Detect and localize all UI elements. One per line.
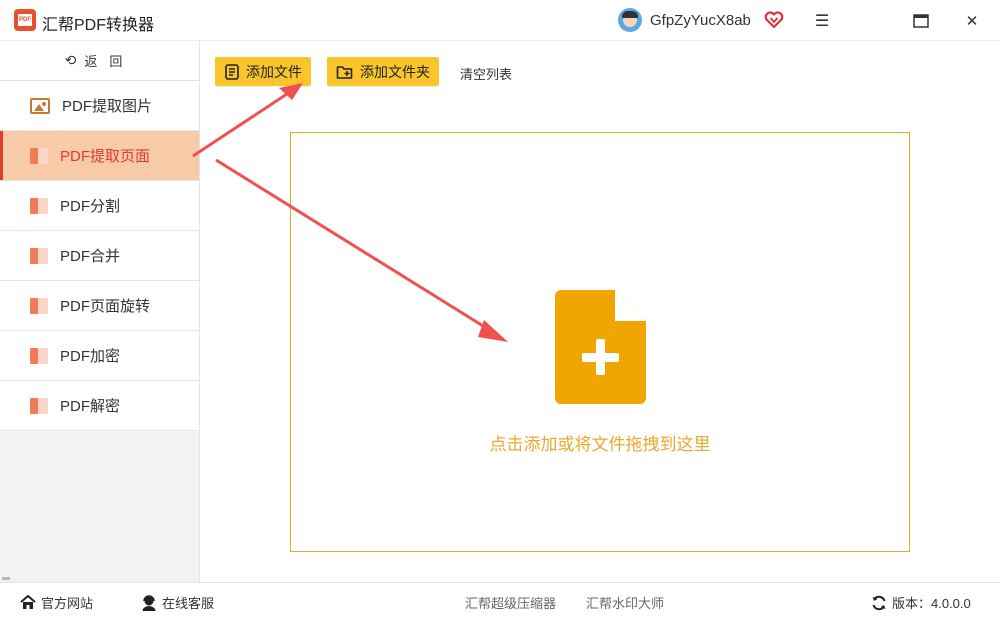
- sidebar-item-label: PDF提取图片: [62, 98, 153, 115]
- close-icon: ✕: [965, 13, 979, 30]
- avatar-hair: [622, 11, 638, 18]
- home-icon: [20, 595, 36, 609]
- refresh-icon: [872, 595, 886, 610]
- sidebar-item-label: PDF页面旋转: [60, 298, 151, 315]
- add-folder-label: 添加文件夹: [360, 63, 430, 80]
- clear-list-button[interactable]: 清空列表: [460, 64, 512, 83]
- sidebar-item-merge[interactable]: PDF合并: [0, 231, 199, 281]
- pdf-doc-icon: [30, 397, 48, 414]
- arrow-to-add-file: [192, 88, 294, 158]
- pdf-doc-icon: [30, 147, 48, 164]
- vip-heart-icon[interactable]: [764, 10, 784, 30]
- pdf-doc-icon: [30, 297, 48, 314]
- hamburger-icon: ☰: [814, 13, 830, 30]
- sidebar-item-label: PDF分割: [60, 198, 121, 215]
- folder-add-icon: [336, 65, 353, 79]
- pdf-doc-icon: [30, 347, 48, 364]
- pdf-doc-icon: [30, 197, 48, 214]
- support-agent-icon: [142, 594, 156, 611]
- sidebar-item-split[interactable]: PDF分割: [0, 181, 199, 231]
- sidebar-item-label: PDF解密: [60, 398, 121, 415]
- file-drop-zone[interactable]: 点击添加或将文件拖拽到这里: [290, 132, 910, 552]
- user-name[interactable]: GfpZyYucX8ab: [650, 12, 751, 29]
- add-file-label: 添加文件: [246, 63, 302, 80]
- app-logo-text: PDF: [18, 14, 32, 26]
- sidebar-item-rotate[interactable]: PDF页面旋转: [0, 281, 199, 331]
- sidebar: ⟲ 返回 PDF提取图片 PDF提取页面 PDF分割 PDF合并 PDF页面旋转…: [0, 41, 200, 582]
- add-folder-button[interactable]: 添加文件夹: [327, 57, 439, 86]
- maximize-button[interactable]: [908, 8, 934, 34]
- app-logo: PDF: [14, 9, 36, 31]
- sidebar-item-extract-images[interactable]: PDF提取图片: [0, 81, 199, 131]
- title-bar: PDF 汇帮PDF转换器 GfpZyYucX8ab ☰ ✕: [0, 0, 1000, 41]
- back-icon: ⟲: [64, 52, 77, 68]
- watermark-link[interactable]: 汇帮水印大师: [586, 593, 664, 612]
- image-icon: [30, 97, 50, 114]
- compressor-link[interactable]: 汇帮超级压缩器: [465, 593, 556, 612]
- online-support-label: 在线客服: [162, 596, 215, 611]
- official-website-label: 官方网站: [41, 596, 94, 611]
- user-avatar[interactable]: [618, 8, 642, 32]
- version-label: 版本：4.0.0.0: [892, 596, 971, 611]
- add-file-button[interactable]: 添加文件: [215, 57, 311, 86]
- close-button[interactable]: ✕: [959, 8, 985, 34]
- sidebar-item-label: PDF提取页面: [60, 148, 151, 165]
- sidebar-scrollbar[interactable]: [2, 577, 10, 580]
- version-info[interactable]: 版本：4.0.0.0: [871, 593, 971, 612]
- online-support-link[interactable]: 在线客服: [141, 593, 214, 612]
- drop-hint-text: 点击添加或将文件拖拽到这里: [489, 435, 711, 454]
- app-title: 汇帮PDF转换器: [42, 17, 155, 34]
- file-list-icon: [225, 63, 239, 80]
- maximize-icon: [913, 14, 929, 28]
- sidebar-item-extract-pages[interactable]: PDF提取页面: [0, 131, 199, 181]
- pdf-doc-icon: [30, 247, 48, 264]
- menu-button[interactable]: ☰: [809, 8, 835, 34]
- official-website-link[interactable]: 官方网站: [20, 593, 93, 612]
- add-file-icon: [555, 290, 646, 404]
- back-label: 返回: [84, 54, 135, 69]
- back-button[interactable]: ⟲ 返回: [0, 41, 199, 81]
- watermark-label: 汇帮水印大师: [586, 596, 665, 611]
- sidebar-item-label: PDF合并: [60, 248, 121, 265]
- compressor-label: 汇帮超级压缩器: [465, 596, 557, 611]
- sidebar-item-label: PDF加密: [60, 348, 121, 365]
- sidebar-item-decrypt[interactable]: PDF解密: [0, 381, 199, 431]
- sidebar-item-encrypt[interactable]: PDF加密: [0, 331, 199, 381]
- footer-bar: 官方网站 在线客服 汇帮超级压缩器 汇帮水印大师 版本：4.0.0.0: [0, 582, 1000, 617]
